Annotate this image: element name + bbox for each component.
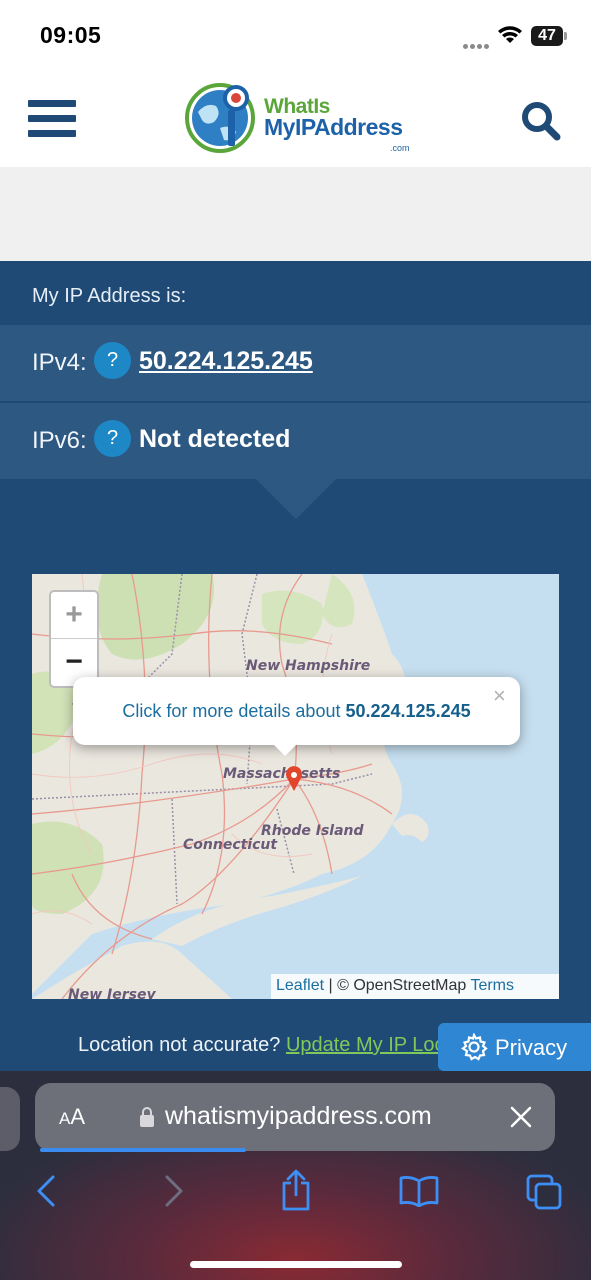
hamburger-menu-icon[interactable] xyxy=(28,100,76,137)
back-icon[interactable] xyxy=(34,1174,58,1208)
url-text: whatismyipaddress.com xyxy=(165,1102,432,1130)
map-attribution: Leaflet | © OpenStreetMap Terms xyxy=(271,974,559,999)
zoom-in-button[interactable]: + xyxy=(51,592,97,639)
browser-chrome: AA whatismyipaddress.com xyxy=(0,1071,591,1280)
ipv6-row: IPv6: ? Not detected xyxy=(0,403,591,479)
search-icon[interactable] xyxy=(520,100,562,142)
ipv4-row: IPv4: ? 50.224.125.245 xyxy=(0,325,591,401)
forward-icon[interactable] xyxy=(162,1174,186,1208)
page-settings-button[interactable]: AA xyxy=(59,1104,85,1130)
home-indicator xyxy=(190,1261,402,1268)
ipv4-label: IPv4: xyxy=(32,349,87,376)
map-label-new-jersey: New Jersey xyxy=(68,987,156,999)
previous-tab-peek[interactable] xyxy=(0,1087,20,1151)
ipv4-address-link[interactable]: 50.224.125.245 xyxy=(139,347,313,376)
ad-placeholder xyxy=(0,167,591,261)
site-logo[interactable]: WhatIs MyIPAddress .com xyxy=(184,80,414,156)
location-note-text: Location not accurate? xyxy=(78,1034,281,1056)
map-zoom-control: + − xyxy=(49,590,99,688)
popup-tip xyxy=(271,742,299,756)
location-note: Location not accurate? Update My IP Loca… xyxy=(78,1034,488,1057)
status-bar: 09:05 47 xyxy=(0,0,591,70)
terms-link[interactable]: Terms xyxy=(470,977,514,994)
battery-level: 47 xyxy=(538,27,556,44)
ip-heading: My IP Address is: xyxy=(32,285,187,307)
page-load-progress xyxy=(40,1148,246,1152)
aa-small: A xyxy=(59,1109,71,1128)
map-label-connecticut: Connecticut xyxy=(183,837,278,853)
privacy-label: Privacy xyxy=(495,1035,568,1060)
popup-close-icon[interactable]: × xyxy=(493,683,506,709)
site-header: WhatIs MyIPAddress .com xyxy=(0,70,591,167)
battery-icon: 47 xyxy=(531,26,567,46)
privacy-button[interactable]: Privacy xyxy=(438,1023,591,1071)
wifi-icon xyxy=(498,26,522,43)
share-icon[interactable] xyxy=(280,1169,312,1211)
map-label-massachusetts: Massachusetts xyxy=(223,766,341,782)
popup-ip[interactable]: 50.224.125.245 xyxy=(345,701,470,721)
lock-icon xyxy=(140,1107,154,1127)
status-time: 09:05 xyxy=(40,22,102,48)
map-popup[interactable]: Click for more details about 50.224.125.… xyxy=(73,677,520,745)
logo-text-com: .com xyxy=(390,143,410,153)
ipv6-help-icon[interactable]: ? xyxy=(94,420,131,457)
map-label-new-hampshire: New Hampshire xyxy=(246,658,371,674)
ipv6-label: IPv6: xyxy=(32,427,87,454)
signal-icon xyxy=(463,36,491,54)
section-pointer xyxy=(256,479,336,519)
globe-logo-icon xyxy=(185,83,255,153)
location-pin-icon[interactable] xyxy=(285,766,303,792)
ipv6-value: Not detected xyxy=(139,425,291,453)
tabs-icon[interactable] xyxy=(526,1174,562,1210)
close-icon[interactable] xyxy=(510,1106,532,1128)
bookmarks-icon[interactable] xyxy=(399,1175,439,1207)
location-map[interactable]: + − New Hampshire Massachusetts Rhode Is… xyxy=(32,574,559,999)
aa-large: A xyxy=(70,1104,86,1129)
logo-text-myipaddress: MyIPAddress xyxy=(264,114,403,140)
popup-text: Click for more details about xyxy=(122,701,341,721)
leaflet-link[interactable]: Leaflet xyxy=(276,977,324,994)
gear-icon xyxy=(461,1033,488,1061)
ipv4-help-icon[interactable]: ? xyxy=(94,342,131,379)
address-bar[interactable]: AA whatismyipaddress.com xyxy=(35,1083,555,1151)
attribution-text: | © OpenStreetMap xyxy=(324,977,471,994)
